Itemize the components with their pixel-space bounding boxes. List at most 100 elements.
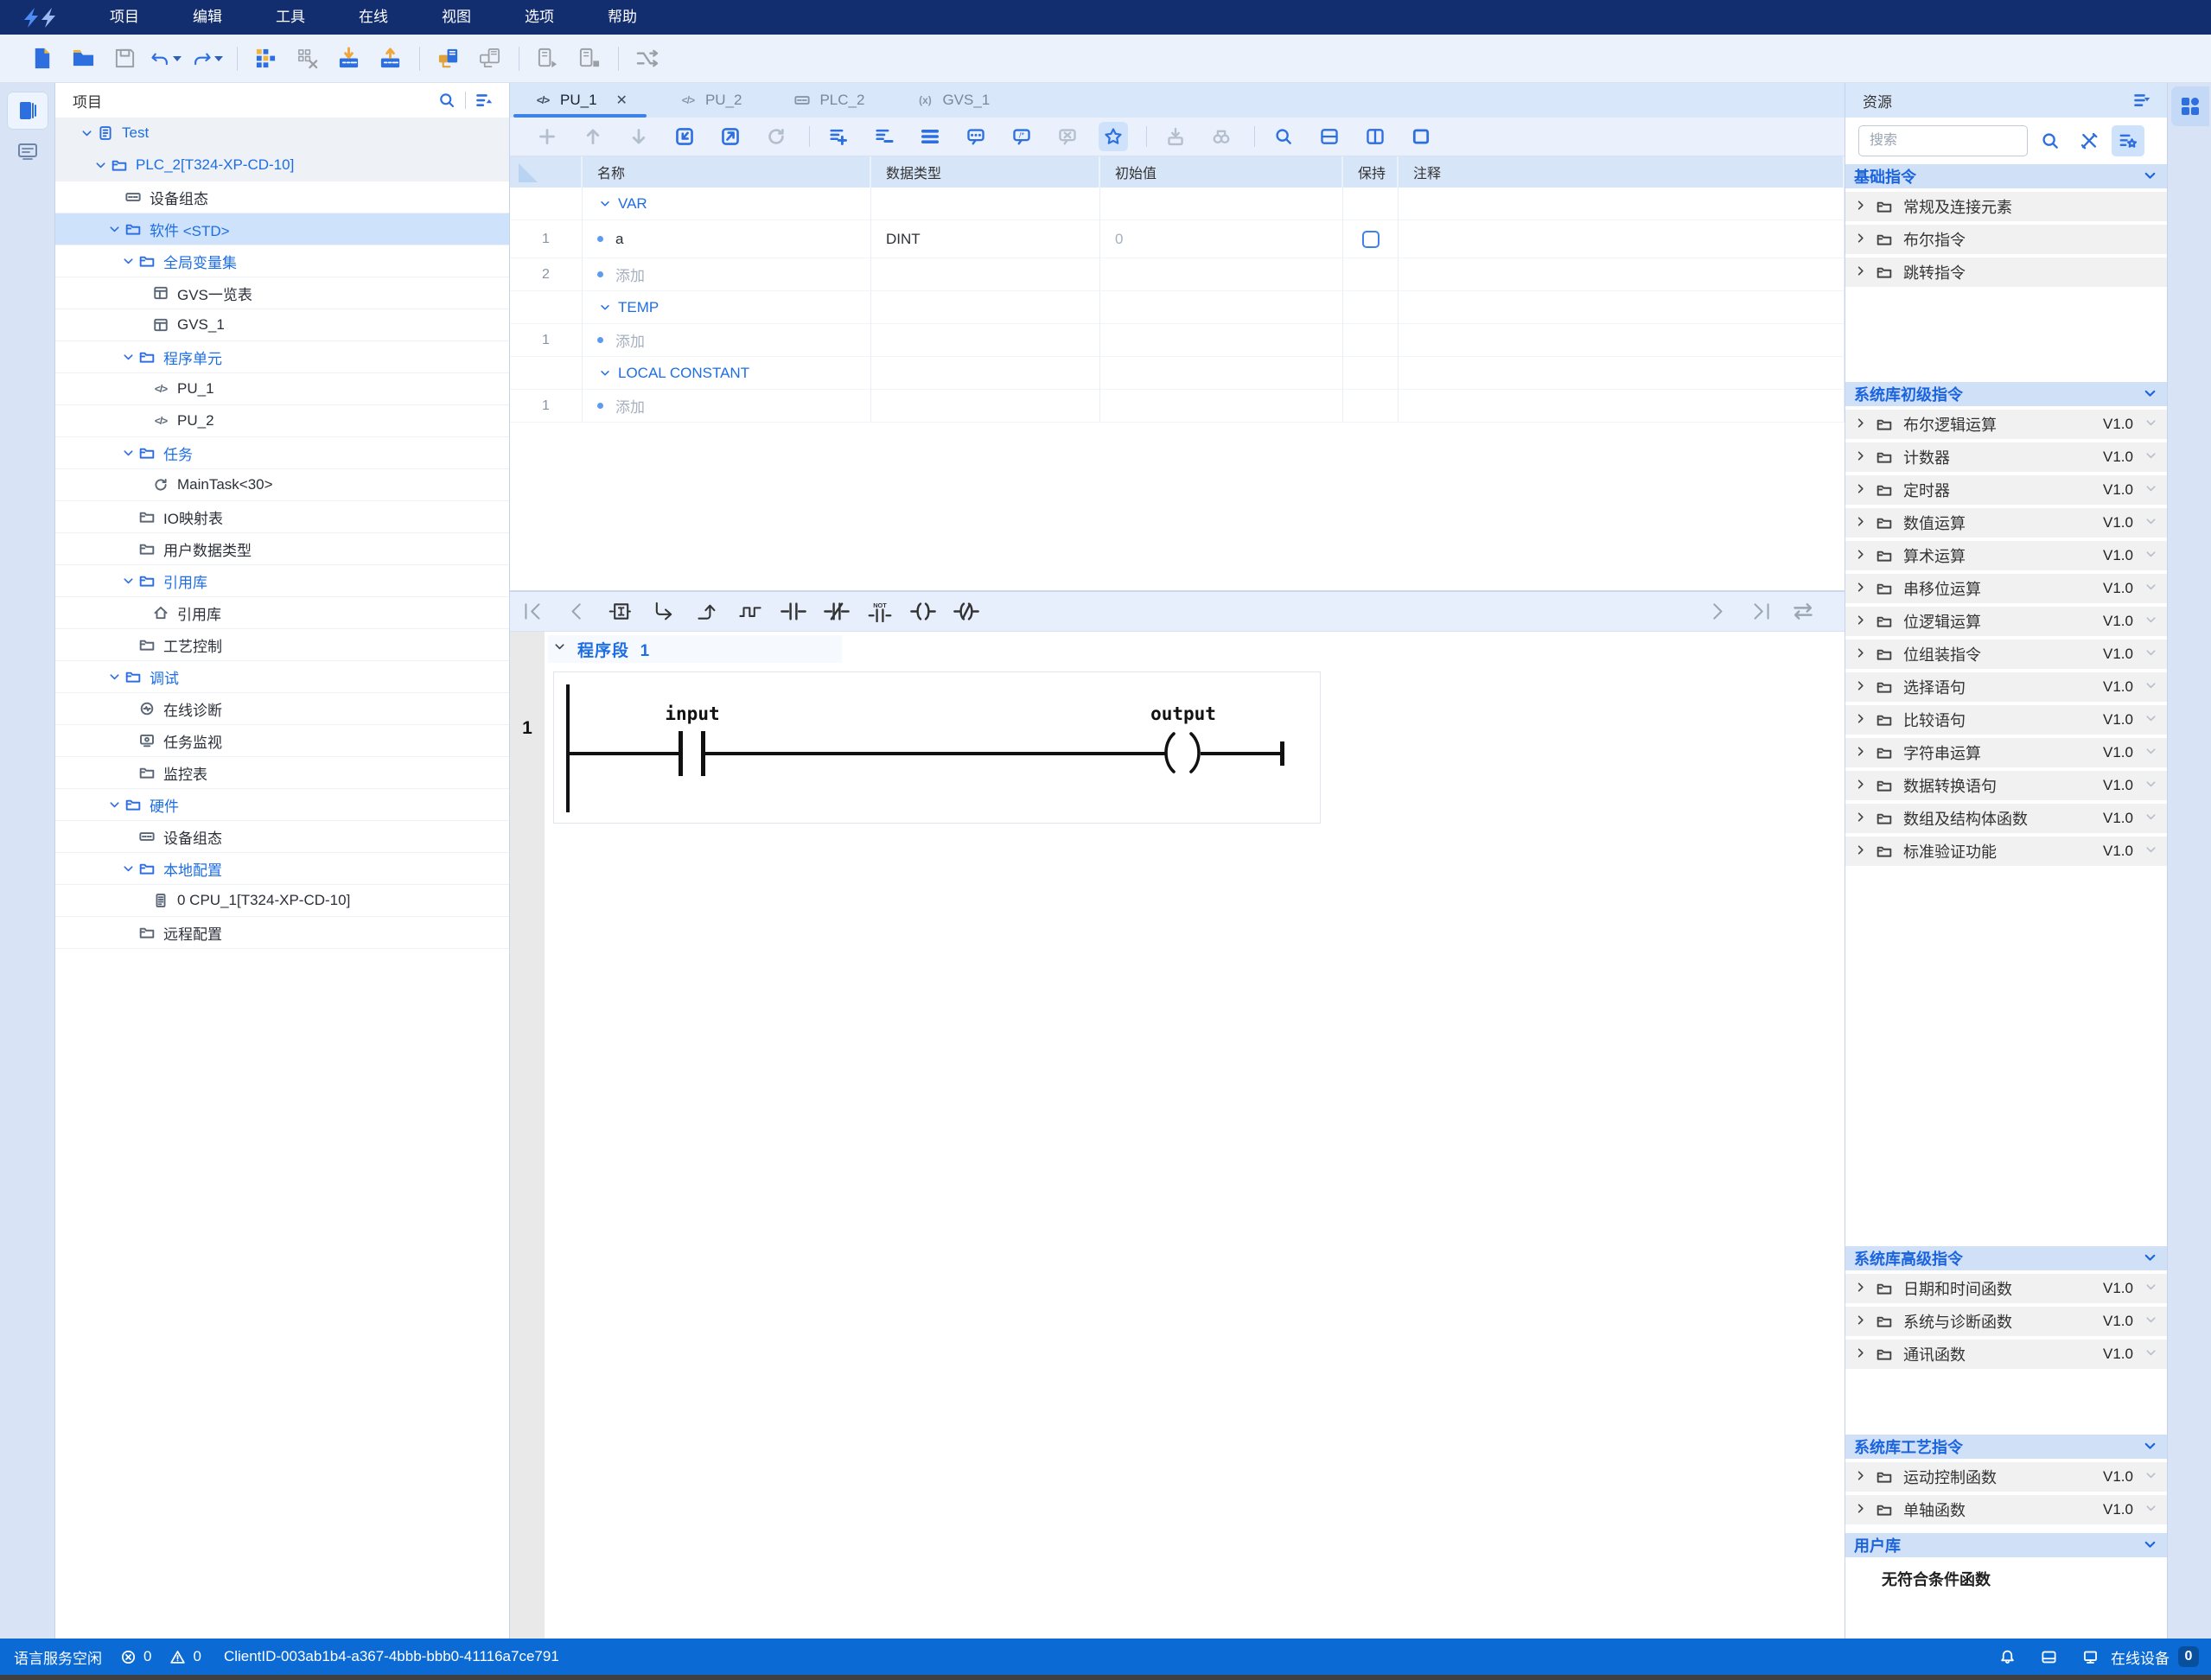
project-explorer-icon[interactable] bbox=[7, 92, 48, 130]
tree-item-设备组态[interactable]: 设备组态 bbox=[55, 181, 509, 213]
chevron-down-icon[interactable] bbox=[119, 444, 137, 461]
chevron-right-icon[interactable] bbox=[1854, 778, 1870, 793]
resource-item-运动控制函数[interactable]: 运动控制函数V1.0 bbox=[1845, 1462, 2167, 1492]
version-dropdown-icon[interactable] bbox=[2144, 515, 2160, 531]
tree-item-GVS一览表[interactable]: GVS一览表 bbox=[55, 277, 509, 309]
chevron-right-icon[interactable] bbox=[1854, 449, 1870, 465]
chevron-right-icon[interactable] bbox=[1854, 614, 1870, 629]
insert-row-icon[interactable] bbox=[824, 122, 853, 151]
maximize-icon[interactable] bbox=[1406, 122, 1436, 151]
group-name-cell[interactable]: TEMP bbox=[583, 291, 871, 324]
chevron-right-icon[interactable] bbox=[1854, 548, 1870, 563]
comment-icon[interactable] bbox=[961, 122, 991, 151]
chevron-down-icon[interactable] bbox=[105, 796, 123, 813]
chevron-right-icon[interactable] bbox=[1854, 1346, 1870, 1362]
insert-block-icon[interactable] bbox=[603, 597, 638, 627]
tree-item-全局变量集[interactable]: 全局变量集 bbox=[55, 245, 509, 277]
chevron-down-icon[interactable] bbox=[597, 196, 613, 212]
ladder-canvas[interactable]: 1 程序段 1 input output bbox=[510, 632, 1845, 1639]
contact-operand[interactable]: input bbox=[665, 703, 719, 724]
variable-name-cell[interactable]: a bbox=[583, 220, 871, 258]
variable-row[interactable]: 1aDINT0 bbox=[510, 220, 1845, 258]
online-device-icon[interactable] bbox=[2080, 1646, 2100, 1667]
search-icon[interactable] bbox=[1269, 122, 1298, 151]
tree-item-任务监视[interactable]: 任务监视 bbox=[55, 725, 509, 757]
dropdown-caret-icon[interactable] bbox=[173, 56, 182, 61]
version-dropdown-icon[interactable] bbox=[2144, 581, 2160, 596]
retain-cell[interactable] bbox=[1343, 390, 1399, 423]
retain-cell[interactable] bbox=[1343, 258, 1399, 291]
contact-no-icon[interactable] bbox=[776, 597, 811, 627]
tree-item-监控表[interactable]: 监控表 bbox=[55, 757, 509, 789]
chevron-right-icon[interactable] bbox=[1854, 581, 1870, 596]
resource-item-日期和时间函数[interactable]: 日期和时间函数V1.0 bbox=[1845, 1274, 2167, 1303]
group-name-cell[interactable]: LOCAL CONSTANT bbox=[583, 357, 871, 390]
dropdown-caret-icon[interactable] bbox=[214, 56, 223, 61]
chevron-right-icon[interactable] bbox=[1854, 1281, 1870, 1296]
menu-item[interactable]: 编辑 bbox=[166, 0, 249, 35]
variable-name-cell[interactable]: 添加 bbox=[583, 390, 871, 423]
version-dropdown-icon[interactable] bbox=[2144, 646, 2160, 662]
row-list-icon[interactable] bbox=[915, 122, 945, 151]
tree-item-引用库[interactable]: 引用库 bbox=[55, 565, 509, 597]
undo-icon[interactable] bbox=[150, 43, 182, 74]
resource-item-跳转指令[interactable]: 跳转指令 bbox=[1845, 258, 2167, 287]
tree-item-硬件[interactable]: 硬件 bbox=[55, 789, 509, 821]
split-horizontal-icon[interactable] bbox=[1315, 122, 1344, 151]
connect-plc-icon[interactable] bbox=[432, 43, 463, 74]
variable-name[interactable]: 添加 bbox=[615, 329, 645, 351]
chevron-down-icon[interactable] bbox=[2143, 169, 2158, 184]
data-type-cell[interactable]: DINT bbox=[871, 220, 1100, 258]
data-type-cell[interactable] bbox=[871, 324, 1100, 357]
bell-icon[interactable] bbox=[1997, 1646, 2017, 1667]
variable-group-row[interactable]: TEMP bbox=[510, 291, 1845, 324]
comment-remove-icon[interactable] bbox=[1053, 122, 1082, 151]
rebuild-icon[interactable] bbox=[291, 43, 322, 74]
resource-item-位组装指令[interactable]: 位组装指令V1.0 bbox=[1845, 640, 2167, 669]
tree-item-软件 <STD>[interactable]: 软件 <STD> bbox=[55, 213, 509, 245]
variable-name-cell[interactable]: 添加 bbox=[583, 258, 871, 291]
branch-up-icon[interactable] bbox=[690, 597, 724, 627]
cross-swap-icon[interactable] bbox=[631, 43, 662, 74]
initial-value-cell[interactable] bbox=[1100, 324, 1343, 357]
resource-section-header[interactable]: 基础指令 bbox=[1845, 164, 2167, 188]
device-stop-icon[interactable] bbox=[573, 43, 604, 74]
open-project-icon[interactable] bbox=[67, 43, 99, 74]
comment-cell[interactable] bbox=[1399, 324, 1845, 357]
variable-row[interactable]: 1添加 bbox=[510, 324, 1845, 357]
comment-cell[interactable] bbox=[1399, 390, 1845, 423]
download-to-plc-icon[interactable] bbox=[333, 43, 364, 74]
tree-item-GVS_1[interactable]: GVS_1 bbox=[55, 309, 509, 341]
menu-item[interactable]: 视图 bbox=[415, 0, 498, 35]
version-dropdown-icon[interactable] bbox=[2144, 778, 2160, 793]
chevron-right-icon[interactable] bbox=[1854, 232, 1870, 247]
chevron-right-icon[interactable] bbox=[1854, 811, 1870, 826]
tree-item-IO映射表[interactable]: IO映射表 bbox=[55, 501, 509, 533]
chevron-down-icon[interactable] bbox=[92, 156, 109, 174]
tree-item-引用库[interactable]: 引用库 bbox=[55, 597, 509, 629]
chevron-down-icon[interactable] bbox=[597, 366, 613, 381]
coil-operand[interactable]: output bbox=[1150, 703, 1216, 724]
resource-item-定时器[interactable]: 定时器V1.0 bbox=[1845, 475, 2167, 505]
branch-down-icon[interactable] bbox=[647, 597, 681, 627]
expand-all-icon[interactable] bbox=[2129, 87, 2155, 113]
resource-item-通讯函数[interactable]: 通讯函数V1.0 bbox=[1845, 1340, 2167, 1369]
delete-row-icon[interactable] bbox=[870, 122, 899, 151]
comment-block-icon[interactable]: /* bbox=[1007, 122, 1036, 151]
version-dropdown-icon[interactable] bbox=[2144, 1281, 2160, 1296]
version-dropdown-icon[interactable] bbox=[2144, 843, 2160, 859]
swap-operands-icon[interactable] bbox=[1786, 597, 1820, 627]
chevron-down-icon[interactable] bbox=[119, 348, 137, 366]
tree-item-Test[interactable]: Test bbox=[55, 118, 509, 150]
resource-item-比较语句[interactable]: 比较语句V1.0 bbox=[1845, 705, 2167, 735]
nav-next-icon[interactable] bbox=[1699, 597, 1734, 627]
version-dropdown-icon[interactable] bbox=[2144, 811, 2160, 826]
chevron-right-icon[interactable] bbox=[1854, 1502, 1870, 1518]
tree-item-在线诊断[interactable]: 在线诊断 bbox=[55, 693, 509, 725]
tree-item-用户数据类型[interactable]: 用户数据类型 bbox=[55, 533, 509, 565]
chevron-right-icon[interactable] bbox=[1854, 1469, 1870, 1485]
chevron-down-icon[interactable] bbox=[553, 640, 570, 658]
message-panel-icon[interactable] bbox=[7, 133, 48, 171]
library-grid-icon[interactable] bbox=[2171, 86, 2209, 126]
split-vertical-icon[interactable] bbox=[1360, 122, 1390, 151]
